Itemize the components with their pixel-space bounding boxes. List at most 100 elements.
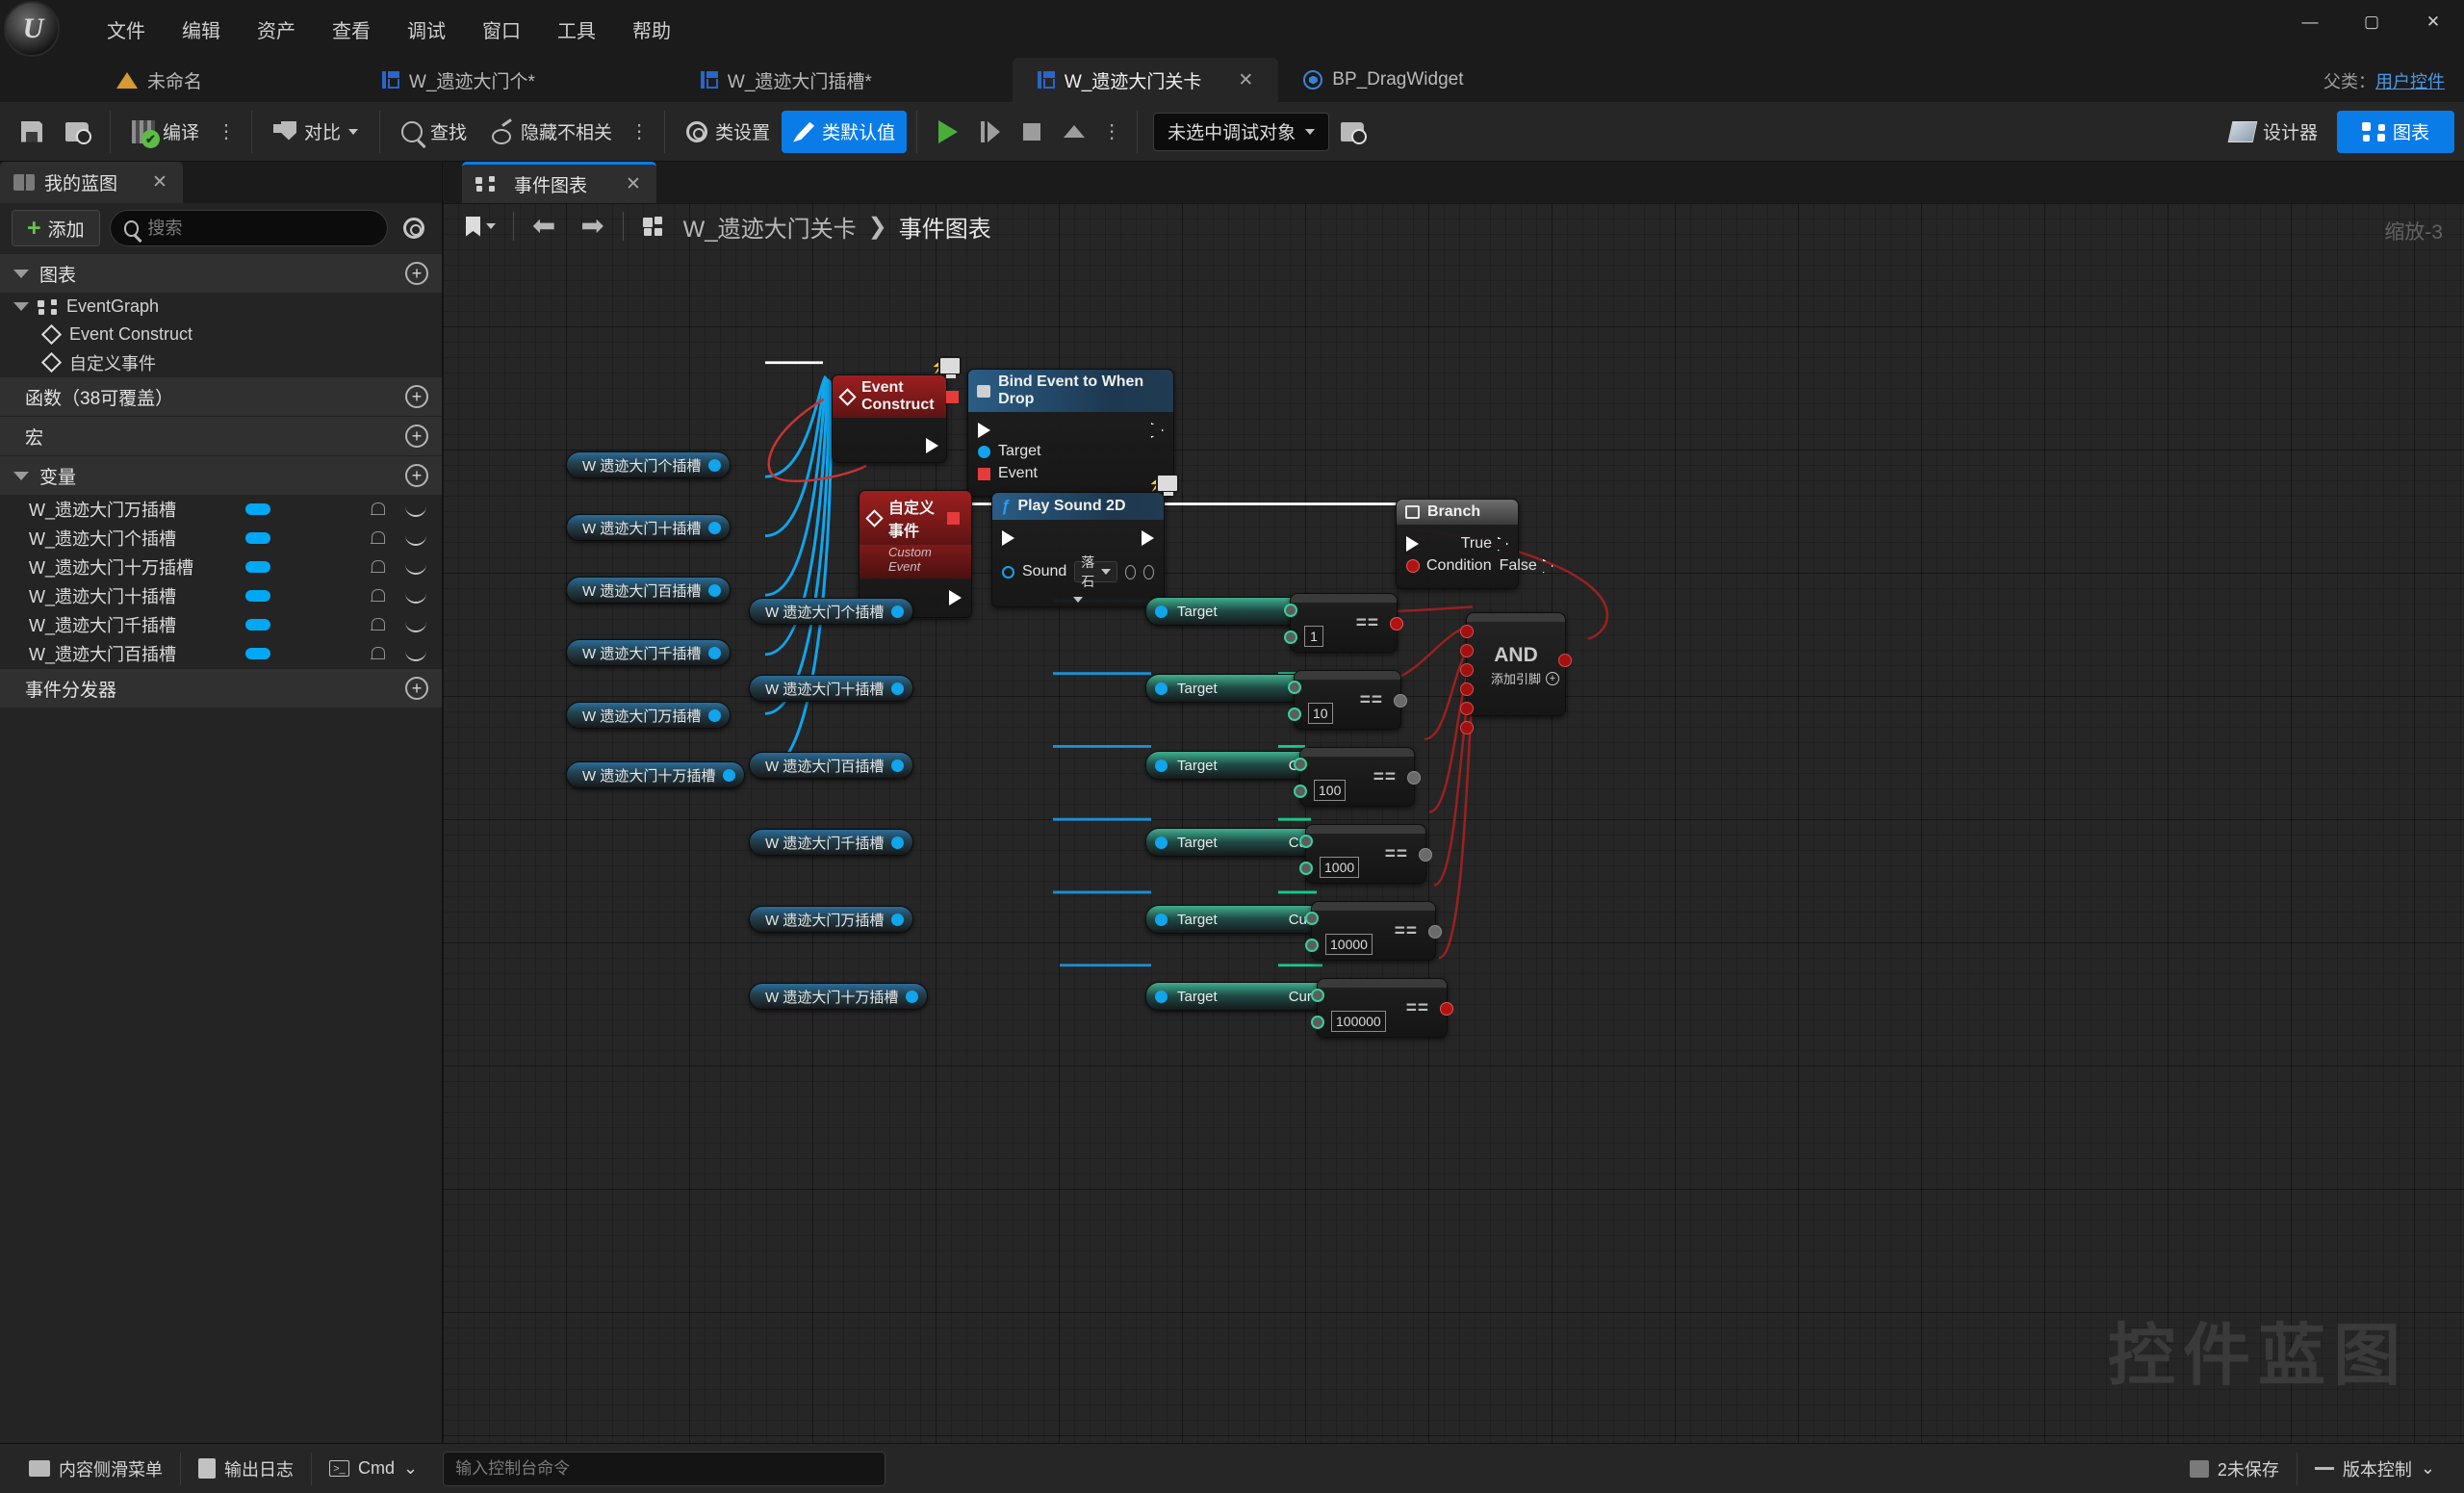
menu-item-tools[interactable]: 工具: [539, 10, 614, 49]
target-pin-icon[interactable]: [1155, 913, 1168, 926]
eq-output-pin[interactable]: [1428, 925, 1442, 939]
settings-button[interactable]: [398, 212, 430, 245]
eq-compare-value[interactable]: 100: [1314, 780, 1347, 801]
debug-object-dropdown[interactable]: 未选中调试对象: [1153, 112, 1330, 151]
menu-item-edit[interactable]: 编辑: [164, 10, 239, 49]
close-button[interactable]: ✕: [2402, 0, 2464, 44]
menu-item-debug[interactable]: 调试: [389, 10, 464, 49]
delegate-out-pin[interactable]: [947, 511, 960, 525]
exec-in-pin[interactable]: [1406, 536, 1419, 552]
minimize-button[interactable]: —: [2279, 0, 2341, 44]
output-log-button[interactable]: 输出日志: [181, 1449, 311, 1489]
object-pin-icon[interactable]: [708, 583, 722, 597]
variable-row[interactable]: W_遗迹大门十插槽: [0, 581, 442, 610]
object-pin-icon[interactable]: [906, 990, 919, 1003]
variable-row[interactable]: W_遗迹大门个插槽: [0, 524, 442, 553]
find-button[interactable]: 查找: [390, 111, 478, 153]
eye-closed-icon[interactable]: [405, 591, 426, 604]
variable-row[interactable]: W_遗迹大门十万插槽: [0, 553, 442, 581]
sound-asset-dropdown[interactable]: 落石: [1074, 554, 1117, 589]
search-input[interactable]: [147, 218, 373, 239]
bell-icon[interactable]: [371, 646, 385, 661]
object-pin-icon[interactable]: [891, 759, 905, 772]
content-drawer-button[interactable]: 内容侧滑菜单: [12, 1449, 180, 1489]
getter-node-left-2[interactable]: W 遗迹大门十插槽: [566, 514, 732, 541]
eq-input-a-pin[interactable]: [1299, 835, 1313, 848]
breadcrumb-root[interactable]: W_遗迹大门关卡: [683, 210, 857, 244]
add-dispatcher-icon[interactable]: +: [405, 677, 428, 700]
node-bind-event-to-when-drop[interactable]: Bind Event to When Drop Target Event: [967, 369, 1174, 497]
eq-input-a-pin[interactable]: [1305, 912, 1319, 925]
eq-compare-value[interactable]: 100000: [1331, 1011, 1386, 1032]
menu-item-window[interactable]: 窗口: [464, 10, 539, 49]
menu-item-view[interactable]: 查看: [314, 10, 389, 49]
object-pin-icon[interactable]: [891, 682, 905, 695]
eye-closed-icon[interactable]: [405, 504, 426, 517]
tree-item-eventgraph[interactable]: EventGraph: [0, 293, 442, 321]
cmd-mode-button[interactable]: >_ Cmd ⌄: [312, 1449, 435, 1489]
menu-item-help[interactable]: 帮助: [614, 10, 689, 49]
equal-node-row-1[interactable]: == 1: [1284, 593, 1403, 653]
save-button[interactable]: [10, 111, 54, 153]
expand-node-icon[interactable]: [1073, 597, 1083, 603]
browse-asset-icon[interactable]: [1142, 564, 1154, 579]
bell-icon[interactable]: [371, 588, 385, 604]
target-pin-icon[interactable]: [1155, 836, 1168, 849]
equal-node-row-4[interactable]: == 1000: [1299, 824, 1432, 884]
getter-node-row-6[interactable]: W 遗迹大门十万插槽: [749, 983, 929, 1010]
step-button[interactable]: [969, 111, 1012, 153]
getter-node-row-1[interactable]: W 遗迹大门个插槽: [749, 598, 914, 625]
class-settings-button[interactable]: 类设置: [675, 111, 782, 153]
eq-input-b-pin[interactable]: [1284, 631, 1297, 644]
and-input-pin-5[interactable]: [1460, 702, 1474, 715]
unreal-logo[interactable]: U: [4, 1, 60, 57]
tab-untitled[interactable]: 未命名: [91, 58, 227, 102]
section-graphs[interactable]: 图表 +: [0, 253, 442, 293]
tab-w-yiji-damen-guanqia[interactable]: W_遗迹大门关卡 ✕: [1012, 58, 1279, 102]
object-pin-icon[interactable]: [891, 836, 905, 849]
source-control-button[interactable]: 版本控制 ⌄: [2297, 1449, 2452, 1489]
object-pin-icon[interactable]: [708, 521, 722, 534]
bell-icon[interactable]: [371, 502, 385, 517]
pin-target[interactable]: Target: [978, 443, 1164, 460]
tab-w-yiji-damen-chacao[interactable]: W_遗迹大门插槽*: [676, 58, 897, 102]
tab-event-graph[interactable]: 事件图表 ✕: [462, 162, 656, 203]
section-event-dispatchers[interactable]: 事件分发器 +: [0, 668, 442, 708]
eye-closed-icon[interactable]: [405, 649, 426, 661]
hide-unrelated-options-icon[interactable]: ⋮: [624, 122, 654, 142]
diff-button[interactable]: 对比: [262, 111, 370, 153]
exec-out-pin[interactable]: [926, 438, 938, 453]
node-boolean-and[interactable]: AND 添加引脚 +: [1460, 612, 1572, 734]
node-branch[interactable]: Branch True Condition False: [1396, 499, 1553, 589]
eq-output-pin[interactable]: [1407, 771, 1421, 785]
tab-my-blueprint[interactable]: 我的蓝图 ✕: [0, 162, 183, 203]
exec-out-false-pin[interactable]: [1542, 558, 1553, 574]
stop-button[interactable]: [1012, 111, 1052, 153]
eye-closed-icon[interactable]: [405, 533, 426, 546]
hide-unrelated-button[interactable]: 隐藏不相关: [478, 111, 624, 153]
debug-browse-button[interactable]: [1329, 111, 1375, 153]
section-functions[interactable]: 函数（38可覆盖） +: [0, 376, 442, 416]
bookmark-button[interactable]: [454, 216, 507, 237]
bell-icon[interactable]: [371, 530, 385, 546]
variable-row[interactable]: W_遗迹大门百插槽: [0, 639, 442, 668]
browse-button[interactable]: [54, 111, 100, 153]
nav-back-button[interactable]: ⬅: [520, 212, 568, 241]
getter-node-row-4[interactable]: W 遗迹大门千插槽: [749, 829, 914, 856]
getter-node-left-3[interactable]: W 遗迹大门百插槽: [566, 577, 732, 604]
eq-compare-value[interactable]: 10: [1308, 703, 1333, 724]
eq-compare-value[interactable]: 1000: [1320, 857, 1360, 878]
getter-node-left-5[interactable]: W 遗迹大门万插槽: [566, 702, 732, 729]
blueprint-canvas[interactable]: ⬅ ➡ W_遗迹大门关卡 ❯ 事件图表 缩放-3 控件蓝图 Event Cons…: [443, 203, 2464, 1443]
and-input-pin-1[interactable]: [1460, 625, 1474, 638]
eq-input-a-pin[interactable]: [1294, 758, 1307, 771]
tab-close-icon[interactable]: ✕: [1238, 69, 1253, 91]
menu-item-asset[interactable]: 资产: [239, 10, 314, 49]
tree-item-event-construct[interactable]: Event Construct: [0, 321, 442, 348]
getter-node-row-2[interactable]: W 遗迹大门十插槽: [749, 675, 914, 702]
eq-output-pin[interactable]: [1394, 694, 1407, 708]
exec-out-pin[interactable]: [1142, 530, 1154, 546]
eq-input-b-pin[interactable]: [1299, 862, 1313, 875]
bool-pin-icon[interactable]: [1406, 559, 1420, 573]
eq-input-b-pin[interactable]: [1288, 708, 1301, 721]
